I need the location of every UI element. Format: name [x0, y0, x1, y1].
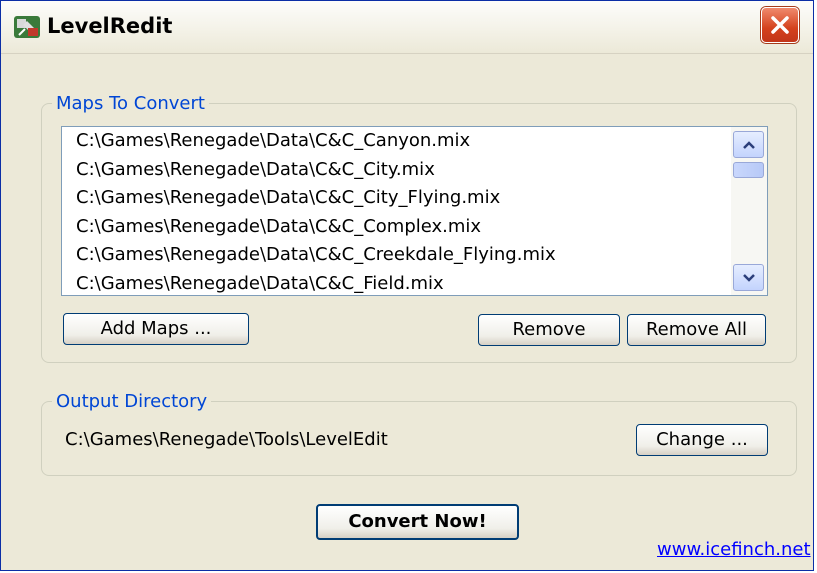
- window-title: LevelRedit: [47, 14, 173, 38]
- scroll-up-button[interactable]: [733, 131, 764, 158]
- close-icon: [771, 16, 789, 34]
- maps-list: C:\Games\Renegade\Data\C&C_Canyon.mix C:…: [62, 127, 729, 296]
- close-button[interactable]: [761, 7, 799, 43]
- chevron-down-icon: [743, 274, 755, 282]
- maps-listbox[interactable]: C:\Games\Renegade\Data\C&C_Canyon.mix C:…: [61, 126, 768, 296]
- scroll-thumb[interactable]: [733, 162, 764, 178]
- scroll-down-button[interactable]: [733, 264, 764, 291]
- list-item[interactable]: C:\Games\Renegade\Data\C&C_City_Flying.m…: [62, 184, 729, 213]
- list-item[interactable]: C:\Games\Renegade\Data\C&C_City.mix: [62, 156, 729, 185]
- remove-all-button[interactable]: Remove All: [627, 314, 766, 346]
- vertical-scrollbar[interactable]: [731, 127, 767, 295]
- output-path: C:\Games\Renegade\Tools\LevelEdit: [65, 429, 388, 450]
- remove-button[interactable]: Remove: [478, 314, 620, 346]
- convert-now-button[interactable]: Convert Now!: [316, 504, 519, 540]
- title-bar[interactable]: LevelRedit: [1, 1, 813, 54]
- list-item[interactable]: C:\Games\Renegade\Data\C&C_Creekdale_Fly…: [62, 241, 729, 270]
- output-group-legend: Output Directory: [56, 391, 208, 412]
- add-maps-button[interactable]: Add Maps ...: [63, 313, 249, 345]
- list-item[interactable]: C:\Games\Renegade\Data\C&C_Canyon.mix: [62, 127, 729, 156]
- website-link[interactable]: www.icefinch.net: [657, 539, 811, 560]
- list-item[interactable]: C:\Games\Renegade\Data\C&C_Complex.mix: [62, 213, 729, 242]
- maps-group-legend: Maps To Convert: [56, 93, 205, 114]
- change-directory-button[interactable]: Change ...: [636, 424, 768, 456]
- app-icon: [13, 15, 41, 39]
- main-window: LevelRedit Maps To Convert C:\Games\Rene…: [0, 0, 814, 571]
- chevron-up-icon: [743, 141, 755, 149]
- list-item[interactable]: C:\Games\Renegade\Data\C&C_Field.mix: [62, 270, 729, 296]
